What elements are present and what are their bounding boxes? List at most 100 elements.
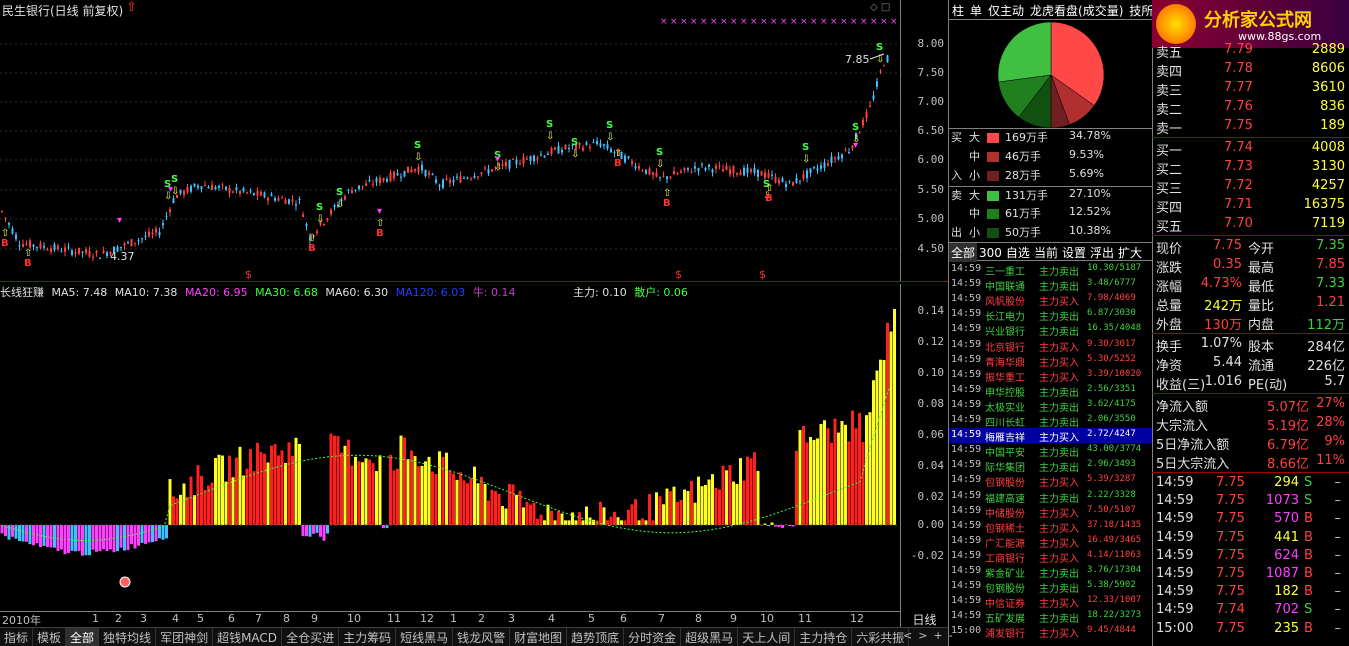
candle-body — [214, 186, 217, 190]
trade-row: 14:59 7.75 441 B – — [1152, 529, 1349, 548]
flow-percent: 10.38% — [1069, 224, 1111, 237]
candle-body — [375, 178, 378, 183]
stat-value: 7.85 — [1316, 257, 1345, 272]
tick-row[interactable]: 14:59 中国平安 主力卖出 43.00/3774 — [949, 443, 1153, 459]
candle-body — [78, 247, 80, 254]
indicator-chart[interactable] — [0, 300, 900, 600]
tab-control-button[interactable]: > — [918, 629, 927, 642]
tick-row[interactable]: 14:59 兴业银行 主力卖出 16.35/4048 — [949, 322, 1153, 338]
candle-body — [71, 250, 73, 255]
tick-row[interactable]: 14:59 青海华鼎 主力买入 5.30/5252 — [949, 353, 1153, 369]
tick-row[interactable]: 14:59 包钢股份 主力买入 5.39/3287 — [949, 473, 1153, 489]
indicator-bar — [119, 525, 123, 548]
tab-2[interactable]: 全部 — [66, 628, 100, 646]
tick-row[interactable]: 14:59 梅雁吉祥 主力买入 2.72/4247 — [949, 428, 1153, 444]
buy-signal-B: B — [376, 228, 384, 239]
indicator-bar — [725, 470, 728, 525]
indicator-bar — [102, 525, 105, 550]
indicator-bar — [333, 435, 336, 525]
fund-flow-label: 5日净流入额 — [1156, 438, 1230, 453]
tab-1[interactable]: 模板 — [33, 628, 67, 646]
tick-row[interactable]: 14:59 长江电力 主力卖出 6.87/3030 — [949, 307, 1153, 323]
tick-row[interactable]: 14:59 工商银行 主力买入 4.14/11063 — [949, 549, 1153, 565]
tick-row[interactable]: 14:59 北京银行 主力买入 9.30/3017 — [949, 338, 1153, 354]
tab-6[interactable]: 全仓买进 — [282, 628, 340, 646]
tab-12[interactable]: 分时资金 — [624, 628, 682, 646]
indicator-bar — [277, 455, 280, 525]
filter-tab-6[interactable]: 扩大 — [1116, 243, 1144, 262]
filter-tab-2[interactable]: 自选 — [1004, 243, 1032, 262]
candlestick-chart[interactable]: S⇩S⇩S⇩S⇩S⇩ S⇩S⇩S⇩S⇩S⇩S⇩S⇩S⇩S⇩⇧B⇧B⇧B⇧B⇧B⇧B… — [0, 16, 900, 281]
filter-tab-3[interactable]: 当前 — [1032, 243, 1060, 262]
filter-tab-5[interactable]: 浮出 — [1088, 243, 1116, 262]
tab-0[interactable]: 指标 — [0, 628, 34, 646]
sanhu-label: 散户: 0.06 — [634, 286, 688, 299]
tick-row[interactable]: 14:59 广汇能源 主力买入 16.49/3465 — [949, 534, 1153, 550]
tick-row[interactable]: 14:59 三一重工 主力卖出 10.30/5187 — [949, 262, 1153, 278]
tick-row[interactable]: 14:59 风帆股份 主力买入 7.98/4069 — [949, 292, 1153, 308]
candle-body — [659, 176, 661, 178]
tab-9[interactable]: 钱龙风警 — [453, 628, 511, 646]
down-arrow-icon: ⇩ — [802, 154, 810, 165]
tick-row[interactable]: 15:00 浦发银行 主力买入 9.45/4844 — [949, 624, 1153, 640]
indicator-bar — [837, 432, 840, 525]
indicator-name[interactable]: 长线狂赚 — [0, 286, 44, 299]
tab-4[interactable]: 军团神剑 — [156, 628, 214, 646]
candle-body — [85, 249, 87, 254]
tick-time: 14:59 — [951, 459, 982, 471]
mid-tab-3[interactable]: 龙虎看盘(成交量) — [1027, 0, 1126, 21]
candle-body — [424, 170, 427, 177]
tab-3[interactable]: 独特均线 — [99, 628, 157, 646]
tab-control-button[interactable]: < — [903, 629, 912, 642]
window-control-icons[interactable]: ◇ □ — [870, 2, 890, 13]
tick-row[interactable]: 14:59 四川长虹 主力卖出 2.06/3550 — [949, 413, 1153, 429]
flow-volume: 169万手 — [1005, 131, 1048, 144]
fund-flow-percent: 9% — [1324, 434, 1345, 449]
tick-row[interactable]: 14:59 五矿发展 主力卖出 18.22/3273 — [949, 609, 1153, 625]
trade-volume: 235 — [1274, 620, 1299, 636]
candle-body — [736, 173, 738, 175]
tick-row[interactable]: 14:59 中储股份 主力买入 7.50/5107 — [949, 504, 1153, 520]
date-label: 12 — [420, 612, 434, 625]
tick-row[interactable]: 14:59 紫金矿业 主力卖出 3.76/17304 — [949, 564, 1153, 580]
mid-tab-2[interactable]: 仅主动 — [985, 0, 1027, 21]
date-label: 5 — [588, 612, 595, 625]
filter-tab-4[interactable]: 设置 — [1060, 243, 1088, 262]
tick-row[interactable]: 14:59 福建高速 主力卖出 2.22/3328 — [949, 489, 1153, 505]
indicator-bar — [704, 484, 707, 525]
period-selector[interactable]: 日线 — [900, 611, 948, 627]
tick-row[interactable]: 14:59 包钢股份 主力卖出 5.38/5902 — [949, 579, 1153, 595]
candle-body — [67, 246, 70, 248]
top-x-marker: × — [870, 17, 878, 27]
mid-tab-0[interactable]: 柱 — [949, 0, 967, 21]
up-arrow-icon[interactable]: ⇧ — [126, 0, 137, 15]
indicator-bar — [242, 475, 245, 525]
indicator-bar — [693, 502, 697, 525]
tab-5[interactable]: 超钱MACD — [213, 628, 283, 646]
indicator-bar — [557, 510, 560, 525]
tab-11[interactable]: 趋势顶底 — [567, 628, 625, 646]
tab-10[interactable]: 财富地图 — [510, 628, 568, 646]
tick-row[interactable]: 14:59 中信证券 主力买入 12.33/1007 — [949, 594, 1153, 610]
indicator-bar — [123, 525, 126, 551]
tab-8[interactable]: 短线黑马 — [396, 628, 454, 646]
tab-control-button[interactable]: + — [933, 629, 942, 642]
candle-body — [463, 177, 465, 179]
tick-row[interactable]: 14:59 太极实业 主力卖出 3.62/4175 — [949, 398, 1153, 414]
filter-tab-0[interactable]: 全部 — [949, 243, 978, 262]
tick-row[interactable]: 14:59 包钢稀土 主力买入 37.18/1435 — [949, 519, 1153, 535]
tick-row[interactable]: 14:59 际华集团 主力卖出 2.96/3493 — [949, 458, 1153, 474]
tick-row[interactable]: 14:59 中国联通 主力卖出 3.48/6777 — [949, 277, 1153, 293]
tab-13[interactable]: 超级黑马 — [681, 628, 739, 646]
tick-row[interactable]: 14:59 振华重工 主力买入 3.39/10020 — [949, 368, 1153, 384]
tab-14[interactable]: 天上人间 — [738, 628, 796, 646]
tick-row[interactable]: 14:59 申华控股 主力卖出 2.56/3351 — [949, 383, 1153, 399]
mid-tab-1[interactable]: 单 — [967, 0, 985, 21]
candle-body — [816, 168, 819, 171]
filter-tab-1[interactable]: 300 — [977, 245, 1004, 261]
trade-direction: B — [1304, 566, 1313, 581]
candle-body — [263, 192, 266, 198]
tab-7[interactable]: 主力筹码 — [339, 628, 397, 646]
flow-side: 卖 — [951, 189, 962, 202]
tab-15[interactable]: 主力持仓 — [795, 628, 853, 646]
